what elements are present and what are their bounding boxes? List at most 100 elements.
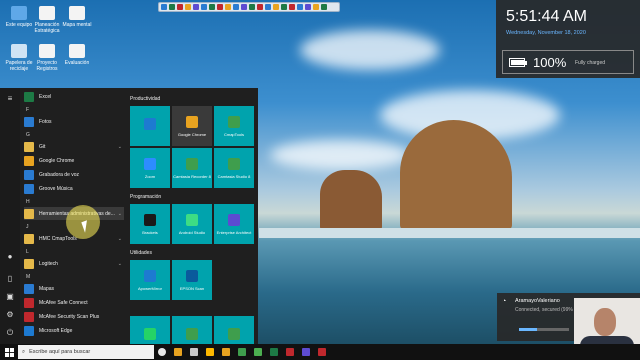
taskbar-app-button[interactable] xyxy=(234,344,250,360)
taskbar-search-box[interactable]: ⌕ Escribe aquí para buscar xyxy=(18,345,154,359)
app-list-item[interactable]: Mapas xyxy=(24,282,124,295)
app-list-item[interactable]: Excel xyxy=(24,90,124,103)
start-tile[interactable]: Brackets xyxy=(130,204,170,244)
toolbar-button[interactable] xyxy=(217,4,223,10)
toolbar-button[interactable] xyxy=(273,4,279,10)
presenter-face xyxy=(594,308,616,336)
taskbar-app-button[interactable] xyxy=(202,344,218,360)
toolbar-button[interactable] xyxy=(297,4,303,10)
toolbar-button[interactable] xyxy=(169,4,175,10)
start-tile[interactable]: Camtasia Studio 8 xyxy=(214,148,254,188)
toolbar-button[interactable] xyxy=(249,4,255,10)
app-list-letter[interactable]: G xyxy=(26,132,30,138)
tile-label: CmapTools xyxy=(223,131,244,137)
start-tile[interactable]: Camtasia Recorder 8 xyxy=(172,148,212,188)
app-list-letter[interactable]: F xyxy=(26,107,29,113)
taskbar-app-button[interactable] xyxy=(170,344,186,360)
start-tile[interactable] xyxy=(130,106,170,146)
desktop-icon-mapa[interactable]: Mapa mental xyxy=(60,6,94,28)
toolbar-button[interactable] xyxy=(305,4,311,10)
toolbar-button[interactable] xyxy=(321,4,327,10)
app-list-letter[interactable]: L xyxy=(26,249,29,255)
toolbar-button[interactable] xyxy=(265,4,271,10)
toolbar-button[interactable] xyxy=(313,4,319,10)
desktop-icon-evaluacion[interactable]: Evaluación xyxy=(60,44,94,66)
user-avatar-icon[interactable]: ● xyxy=(5,252,15,262)
desktop-icon-proyecto[interactable]: Proyecto Registros xyxy=(30,44,64,72)
toolbar-button[interactable] xyxy=(225,4,231,10)
start-button[interactable] xyxy=(0,344,18,360)
pictures-icon[interactable]: ▣ xyxy=(5,292,15,302)
app-list-item[interactable]: Groove Música xyxy=(24,182,124,195)
app-list-item[interactable]: Grabadora de voz xyxy=(24,168,124,181)
taskbar-app-icon xyxy=(222,348,230,356)
zoom-icon xyxy=(144,157,156,170)
app-list-folder[interactable]: Git ⌄ xyxy=(24,140,124,153)
app-list-folder[interactable]: Logitech ⌄ xyxy=(24,257,124,270)
toolbar-button[interactable] xyxy=(257,4,263,10)
rock-formation xyxy=(320,170,382,230)
app-list-item[interactable]: Microsoft Edge xyxy=(24,324,124,337)
battery-icon xyxy=(509,58,527,67)
brackets-icon xyxy=(144,213,156,226)
app-list-letter[interactable]: H xyxy=(26,199,30,205)
tile-label: ApowerMirror xyxy=(137,285,162,291)
app-list-letter[interactable]: M xyxy=(26,274,30,280)
taskbar-app-button[interactable] xyxy=(282,344,298,360)
taskbar-app-button[interactable] xyxy=(314,344,330,360)
taskbar-app-button[interactable] xyxy=(250,344,266,360)
toolbar-button[interactable] xyxy=(201,4,207,10)
document-icon xyxy=(39,44,55,58)
start-tile[interactable]: ApowerMirror xyxy=(130,260,170,300)
taskbar-app-button[interactable] xyxy=(218,344,234,360)
toolbar-button[interactable] xyxy=(289,4,295,10)
documents-icon[interactable]: ▯ xyxy=(5,274,15,284)
taskbar-app-button[interactable] xyxy=(186,344,202,360)
app-list-item[interactable]: Fotos xyxy=(24,115,124,128)
battery-panel[interactable]: 100% Fully charged xyxy=(502,50,634,74)
start-tile[interactable]: EPSON Scan xyxy=(172,260,212,300)
toolbar-button[interactable] xyxy=(241,4,247,10)
settings-gear-icon[interactable]: ⚙ xyxy=(5,310,15,320)
toolbar-button[interactable] xyxy=(209,4,215,10)
app-list-item[interactable]: Google Chrome xyxy=(24,154,124,167)
hamburger-icon[interactable]: ≡ xyxy=(5,94,15,104)
taskbar-app-icon xyxy=(190,348,198,356)
folder-icon xyxy=(24,141,34,152)
toolbar-button[interactable] xyxy=(177,4,183,10)
toolbar-button[interactable] xyxy=(161,4,167,10)
chevron-down-icon: ⌄ xyxy=(117,235,122,242)
toolbar-button[interactable] xyxy=(233,4,239,10)
toolbar-button[interactable] xyxy=(193,4,199,10)
app-label: Logitech xyxy=(39,260,58,267)
app-list-item[interactable]: McAfee Security Scan Plus xyxy=(24,310,124,323)
taskbar-app-button[interactable] xyxy=(266,344,282,360)
cmap-icon xyxy=(228,115,240,128)
camtasia-icon xyxy=(186,157,198,170)
start-tile[interactable]: Google Chrome xyxy=(172,106,212,146)
folder-icon xyxy=(24,258,34,269)
tile-label: EPSON Scan xyxy=(179,285,205,291)
power-icon[interactable]: ⏻ xyxy=(5,328,15,338)
start-tile[interactable]: Android Studio xyxy=(172,204,212,244)
clock-date[interactable]: Wednesday, November 18, 2020 xyxy=(506,30,586,36)
cmap-icon xyxy=(228,328,240,340)
app-list-item[interactable]: McAfee Safe Connect xyxy=(24,296,124,309)
taskbar-app-button[interactable] xyxy=(298,344,314,360)
tile-label: Enterprise Architect xyxy=(216,229,252,235)
search-icon: ⌕ xyxy=(22,348,26,355)
recycle-bin-icon xyxy=(11,44,27,58)
document-icon xyxy=(39,6,55,20)
desktop-icon-planeacion[interactable]: Planeación Estratégica xyxy=(30,6,64,34)
taskbar-app-button[interactable] xyxy=(154,344,170,360)
chevron-down-icon: ⌄ xyxy=(117,143,122,150)
floating-app-toolbar xyxy=(158,2,340,12)
start-tile[interactable]: Enterprise Architect xyxy=(214,204,254,244)
start-tile[interactable]: CmapTools xyxy=(214,106,254,146)
group-title-programacion: Programación xyxy=(130,194,162,200)
start-tile[interactable]: Zoom xyxy=(130,148,170,188)
toolbar-button[interactable] xyxy=(185,4,191,10)
toolbar-button[interactable] xyxy=(281,4,287,10)
app-list-letter[interactable]: J xyxy=(26,224,29,230)
volume-slider[interactable] xyxy=(519,328,569,331)
